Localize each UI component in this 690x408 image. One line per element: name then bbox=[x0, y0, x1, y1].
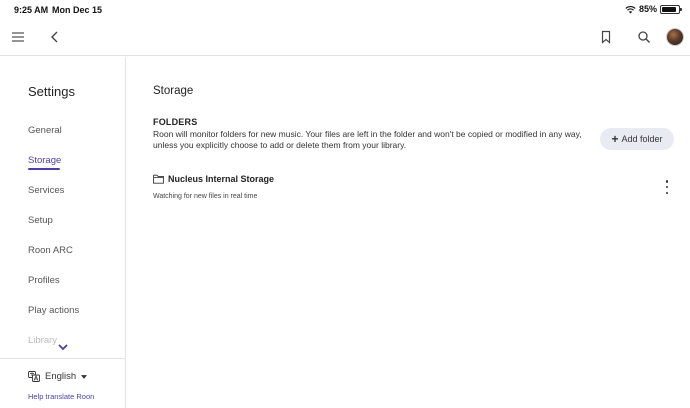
sidebar-item-label: Services bbox=[28, 185, 65, 196]
add-folder-label: Add folder bbox=[621, 134, 663, 144]
storage-location-name: Nucleus Internal Storage bbox=[168, 174, 275, 184]
status-right: 85% bbox=[625, 4, 682, 14]
translate-icon bbox=[28, 371, 40, 382]
sidebar-item-profiles[interactable]: Profiles bbox=[28, 275, 60, 286]
battery-icon bbox=[660, 4, 682, 14]
status-time: 9:25 AM bbox=[14, 5, 49, 15]
sidebar-item-label: Storage bbox=[28, 155, 62, 166]
sidebar-item-label: Setup bbox=[28, 215, 53, 226]
folders-description: Roon will monitor folders for new music.… bbox=[153, 129, 582, 150]
kebab-dot bbox=[665, 180, 669, 183]
kebab-dot bbox=[665, 185, 669, 189]
active-indicator bbox=[28, 168, 60, 170]
folders-section-title: FOLDERS bbox=[153, 117, 198, 127]
folder-icon bbox=[153, 174, 164, 184]
sidebar-title: Settings bbox=[28, 84, 75, 99]
status-date: Mon Dec 15 bbox=[52, 5, 103, 15]
bookmark-icon[interactable] bbox=[594, 25, 618, 49]
sidebar-item-storage[interactable]: Storage bbox=[28, 155, 62, 170]
language-selector[interactable]: English bbox=[28, 371, 88, 382]
battery-percent: 85% bbox=[638, 4, 657, 14]
page-title: Storage bbox=[153, 85, 194, 97]
kebab-dot bbox=[665, 191, 669, 194]
plus-icon: + bbox=[611, 132, 619, 146]
search-icon[interactable] bbox=[632, 25, 656, 49]
avatar[interactable] bbox=[666, 28, 684, 46]
sidebar-item-label: Play actions bbox=[28, 305, 80, 316]
sidebar-item-label: General bbox=[28, 125, 62, 136]
sidebar-item-label: Roon ARC bbox=[28, 245, 73, 256]
main-content: Storage FOLDERS Roon will monitor folder… bbox=[127, 57, 690, 408]
wifi-icon bbox=[625, 5, 636, 14]
menu-icon[interactable] bbox=[6, 25, 30, 49]
help-translate-link[interactable]: Help translate Roon bbox=[28, 392, 94, 401]
caret-down-icon bbox=[81, 374, 88, 379]
settings-sidebar: Settings General Storage Services Setup … bbox=[0, 57, 126, 408]
sidebar-item-roon-arc[interactable]: Roon ARC bbox=[28, 245, 73, 256]
sidebar-item-services[interactable]: Services bbox=[28, 185, 64, 196]
more-options-icon[interactable] bbox=[662, 180, 672, 194]
back-chevron-icon[interactable] bbox=[43, 25, 67, 49]
storage-location-row[interactable]: Nucleus Internal Storage bbox=[153, 174, 274, 184]
sidebar-item-label: Library bbox=[28, 335, 58, 346]
sidebar-footer: English Help translate Roon bbox=[0, 358, 126, 408]
battery-level-fill bbox=[662, 6, 676, 12]
storage-location-status: Watching for new files in real time bbox=[153, 193, 258, 200]
sidebar-item-play-actions[interactable]: Play actions bbox=[28, 305, 79, 316]
add-folder-button[interactable]: + Add folder bbox=[600, 128, 674, 150]
sidebar-item-label: Profiles bbox=[28, 275, 60, 286]
status-bar: 9:25 AM Mon Dec 15 85% bbox=[0, 0, 690, 20]
sidebar-item-library[interactable]: Library bbox=[28, 335, 57, 346]
sidebar-item-setup[interactable]: Setup bbox=[28, 215, 53, 226]
sidebar-item-general[interactable]: General bbox=[28, 125, 62, 136]
language-label: English bbox=[45, 371, 77, 382]
top-bar bbox=[0, 20, 690, 56]
chevron-down-icon[interactable] bbox=[57, 343, 69, 351]
